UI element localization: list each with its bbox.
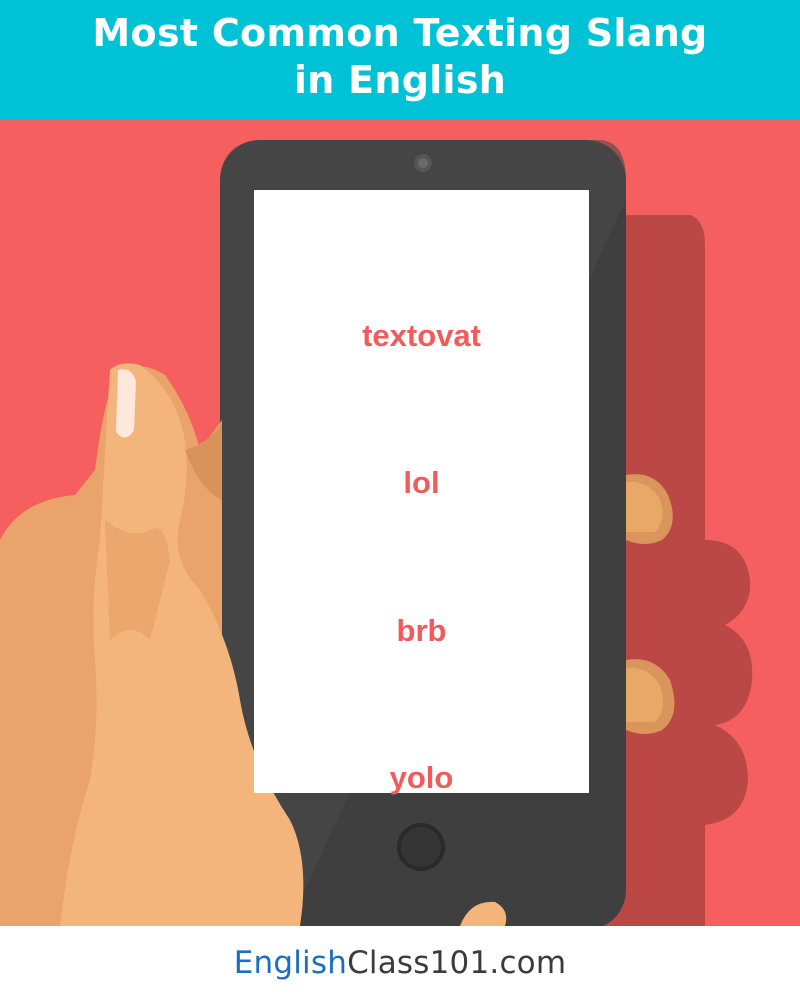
slang-word-2: lol <box>403 465 440 500</box>
phone-screen: textovat lol brb yolo <box>254 190 589 795</box>
illustration-area: textovat lol brb yolo <box>0 120 800 926</box>
slang-word-4: yolo <box>389 760 454 795</box>
title-banner: Most Common Texting Slang in English <box>0 0 800 120</box>
infographic: Most Common Texting Slang in English tex… <box>0 0 800 1000</box>
brand-footer: EnglishClass101.com <box>0 926 800 1000</box>
slang-word-1: textovat <box>362 318 481 353</box>
page-title-line-2: in English <box>293 58 507 102</box>
thumbnail <box>116 369 136 438</box>
page-title-line-1: Most Common Texting Slang <box>92 11 708 55</box>
brand-name-domain: Class101.com <box>347 945 567 981</box>
brand-name-english: English <box>233 945 348 981</box>
slang-word-3: brb <box>396 613 447 648</box>
